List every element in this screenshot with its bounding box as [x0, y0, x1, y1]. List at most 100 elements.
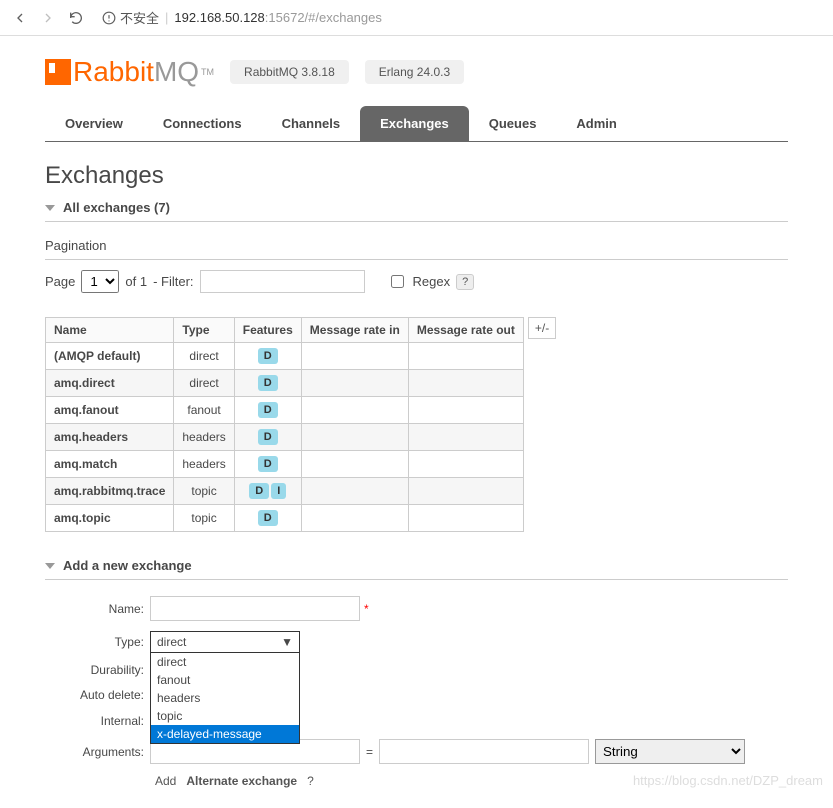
type-option[interactable]: fanout [151, 671, 299, 689]
feature-badge: D [258, 348, 278, 364]
exchange-name-cell[interactable]: amq.rabbitmq.trace [46, 478, 174, 505]
tab-queues[interactable]: Queues [469, 106, 557, 141]
exchange-features-cell: D [234, 424, 301, 451]
exchange-name-cell[interactable]: amq.match [46, 451, 174, 478]
tab-channels[interactable]: Channels [262, 106, 361, 141]
alternate-exchange-label[interactable]: Alternate exchange [186, 774, 297, 788]
rate-out-cell [408, 505, 523, 532]
exchange-features-cell: D [234, 370, 301, 397]
type-option[interactable]: topic [151, 707, 299, 725]
durability-label: Durability: [45, 663, 150, 677]
arg-type-select[interactable]: String [595, 739, 745, 764]
exchange-name-cell[interactable]: amq.topic [46, 505, 174, 532]
table-row: amq.headersheaders D [46, 424, 524, 451]
name-input[interactable] [150, 596, 360, 621]
exchange-name-cell[interactable]: amq.headers [46, 424, 174, 451]
table-row: amq.directdirect D [46, 370, 524, 397]
exchange-name-cell[interactable]: (AMQP default) [46, 343, 174, 370]
type-option[interactable]: x-delayed-message [151, 725, 299, 743]
rate-out-cell [408, 370, 523, 397]
rabbitmq-version-badge: RabbitMQ 3.8.18 [230, 60, 349, 84]
exchange-type-cell: direct [174, 370, 234, 397]
url-ip: 192.168.50.128 [174, 10, 264, 25]
feature-badge: D [249, 483, 269, 499]
exchange-features-cell: DI [234, 478, 301, 505]
exchange-name-cell[interactable]: amq.fanout [46, 397, 174, 424]
alt-exchange-help[interactable]: ? [307, 774, 314, 788]
reload-icon[interactable] [66, 8, 86, 28]
rate-out-cell [408, 451, 523, 478]
table-row: (AMQP default)direct D [46, 343, 524, 370]
rate-out-cell [408, 343, 523, 370]
th-name[interactable]: Name [46, 318, 174, 343]
exchange-features-cell: D [234, 451, 301, 478]
nav-tabs: Overview Connections Channels Exchanges … [45, 106, 788, 142]
rabbitmq-logo: RabbitMQ TM [45, 56, 214, 88]
collapse-icon [45, 563, 55, 569]
table-row: amq.rabbitmq.tracetopicDI [46, 478, 524, 505]
chevron-down-icon: ▼ [281, 635, 293, 649]
exchange-type-cell: direct [174, 343, 234, 370]
exchange-type-cell: topic [174, 505, 234, 532]
exchange-type-cell: topic [174, 478, 234, 505]
th-rate-in[interactable]: Message rate in [301, 318, 408, 343]
column-toggle[interactable]: +/- [528, 317, 556, 339]
exchange-name-cell[interactable]: amq.direct [46, 370, 174, 397]
type-dropdown-list: directfanoutheaderstopicx-delayed-messag… [150, 653, 300, 744]
table-row: amq.fanoutfanout D [46, 397, 524, 424]
rate-out-cell [408, 397, 523, 424]
feature-badge: D [258, 510, 278, 526]
logo-icon [45, 59, 71, 85]
exchanges-table: Name Type Features Message rate in Messa… [45, 317, 524, 532]
rate-in-cell [301, 397, 408, 424]
exchange-type-cell: fanout [174, 397, 234, 424]
rate-out-cell [408, 424, 523, 451]
exchange-features-cell: D [234, 397, 301, 424]
exchange-features-cell: D [234, 343, 301, 370]
rate-in-cell [301, 343, 408, 370]
feature-badge: D [258, 429, 278, 445]
regex-checkbox[interactable] [391, 275, 404, 288]
tab-exchanges[interactable]: Exchanges [360, 106, 469, 141]
table-row: amq.topictopic D [46, 505, 524, 532]
regex-label: Regex [413, 274, 451, 289]
filter-input[interactable] [200, 270, 365, 293]
type-label: Type: [45, 635, 150, 649]
regex-help[interactable]: ? [456, 274, 474, 290]
erlang-version-badge: Erlang 24.0.3 [365, 60, 464, 84]
exchange-type-cell: headers [174, 451, 234, 478]
arg-value-input[interactable] [379, 739, 589, 764]
feature-badge: I [271, 483, 286, 499]
insecure-badge: 不安全 [102, 8, 159, 27]
of-label: of 1 [125, 274, 147, 289]
exchange-features-cell: D [234, 505, 301, 532]
feature-badge: D [258, 456, 278, 472]
tab-connections[interactable]: Connections [143, 106, 262, 141]
feature-badge: D [258, 402, 278, 418]
exchange-type-cell: headers [174, 424, 234, 451]
tab-admin[interactable]: Admin [556, 106, 636, 141]
all-exchanges-header[interactable]: All exchanges (7) [45, 194, 788, 222]
arg-equals: = [366, 745, 373, 759]
collapse-icon [45, 205, 55, 211]
required-indicator: * [364, 602, 369, 616]
forward-icon[interactable] [38, 8, 58, 28]
name-label: Name: [45, 602, 150, 616]
add-exchange-header[interactable]: Add a new exchange [45, 552, 788, 580]
filter-label: - Filter: [153, 274, 193, 289]
feature-badge: D [258, 375, 278, 391]
tab-overview[interactable]: Overview [45, 106, 143, 141]
back-icon[interactable] [10, 8, 30, 28]
type-option[interactable]: headers [151, 689, 299, 707]
browser-toolbar: 不安全 | 192.168.50.128:15672/#/exchanges [0, 0, 833, 36]
url-bar[interactable]: 不安全 | 192.168.50.128:15672/#/exchanges [94, 6, 823, 29]
th-type[interactable]: Type [174, 318, 234, 343]
table-row: amq.matchheaders D [46, 451, 524, 478]
rate-in-cell [301, 370, 408, 397]
type-select[interactable]: direct ▼ [150, 631, 300, 653]
type-option[interactable]: direct [151, 653, 299, 671]
th-features[interactable]: Features [234, 318, 301, 343]
add-argument-button[interactable]: Add [155, 774, 176, 788]
th-rate-out[interactable]: Message rate out [408, 318, 523, 343]
page-select[interactable]: 1 [81, 270, 119, 293]
